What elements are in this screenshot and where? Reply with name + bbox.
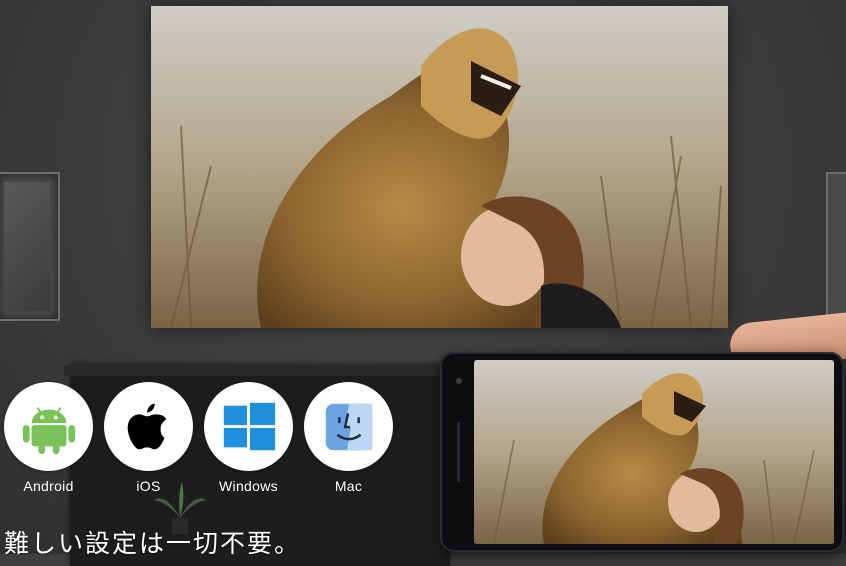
phone-speaker — [457, 422, 460, 482]
lion-and-girl-image — [151, 6, 728, 328]
os-item-mac: Mac — [304, 382, 393, 494]
phone-screen — [474, 360, 834, 544]
android-icon — [4, 382, 93, 471]
os-label: iOS — [136, 478, 161, 494]
wall-picture-frame-left — [0, 172, 60, 321]
wall-picture-frame-right — [826, 172, 846, 321]
apple-icon — [104, 382, 193, 471]
windows-icon — [204, 382, 293, 471]
os-label: Android — [23, 478, 74, 494]
mac-finder-icon — [304, 382, 393, 471]
projected-screen — [151, 6, 728, 328]
os-label: Windows — [219, 478, 278, 494]
os-item-android: Android — [4, 382, 93, 494]
os-support-list: Android iOS Windows Mac — [4, 382, 393, 494]
smartphone — [440, 352, 844, 552]
os-label: Mac — [334, 478, 363, 494]
phone-camera — [456, 378, 462, 384]
os-item-ios: iOS — [104, 382, 193, 494]
lion-and-girl-image-phone — [474, 360, 834, 544]
caption-text: 難しい設定は一切不要。 — [4, 529, 302, 558]
os-item-windows: Windows — [204, 382, 293, 494]
